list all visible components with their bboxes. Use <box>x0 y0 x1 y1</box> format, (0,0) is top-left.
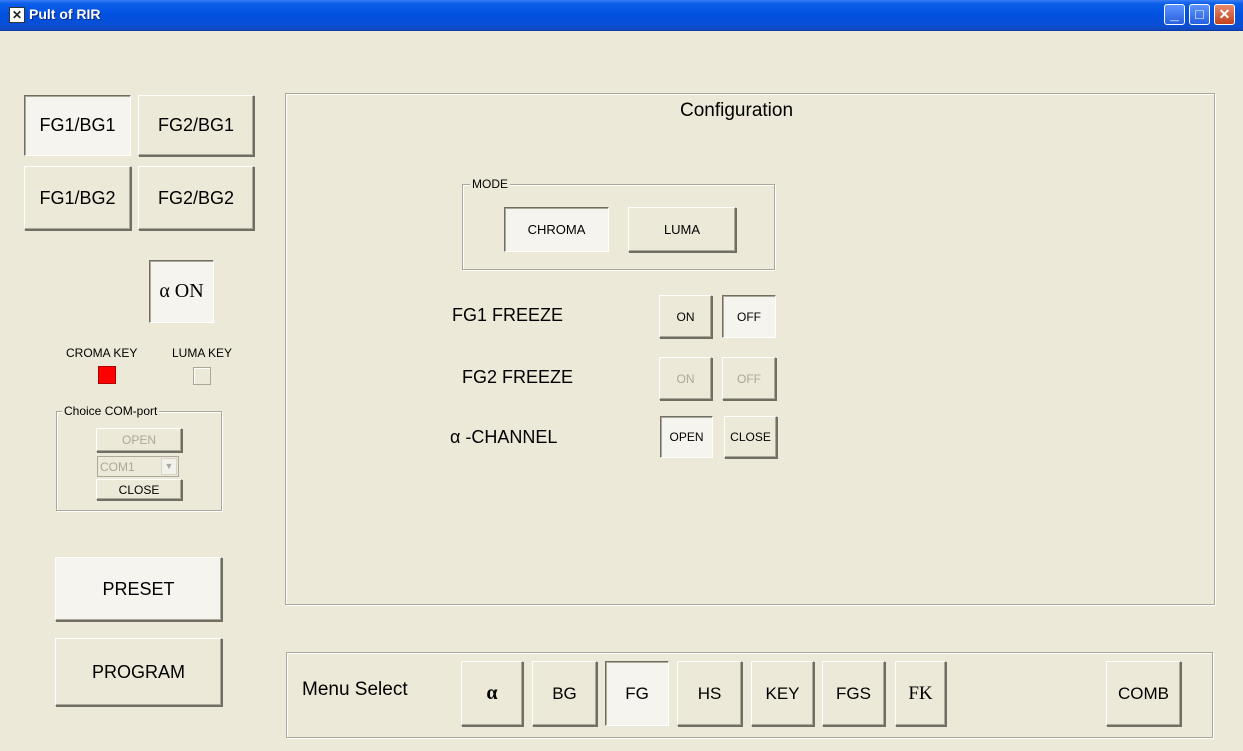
com-port-legend: Choice COM-port <box>62 404 160 418</box>
alpha-close-button[interactable]: CLOSE <box>724 416 777 458</box>
menu-key-button[interactable]: KEY <box>751 661 814 726</box>
fg1-off-button[interactable]: OFF <box>722 295 776 338</box>
menu-alpha-button[interactable]: α <box>461 661 523 726</box>
chevron-down-icon[interactable]: ▼ <box>161 458 177 475</box>
maximize-button[interactable]: □ <box>1189 4 1210 25</box>
menu-hs-button[interactable]: HS <box>677 661 742 726</box>
minimize-button[interactable]: _ <box>1164 4 1185 25</box>
fg2-bg1-button[interactable]: FG2/BG1 <box>138 95 254 156</box>
minimize-icon: _ <box>1170 6 1179 23</box>
luma-key-indicator <box>193 367 211 385</box>
com-port-value: COM1 <box>100 460 135 474</box>
com-close-button[interactable]: CLOSE <box>96 479 182 500</box>
com-open-button[interactable]: OPEN <box>96 428 182 452</box>
alpha-on-button[interactable]: α ON <box>149 260 214 323</box>
mode-legend: MODE <box>470 177 510 191</box>
preset-button[interactable]: PRESET <box>55 557 222 621</box>
menu-fg-button[interactable]: FG <box>605 661 669 726</box>
fg2-off-button[interactable]: OFF <box>722 357 776 400</box>
fg2-freeze-label: FG2 FREEZE <box>462 367 574 387</box>
menu-select-label: Menu Select <box>302 679 408 700</box>
menu-select-bar <box>286 652 1213 738</box>
fg2-on-button[interactable]: ON <box>659 357 712 400</box>
menu-bg-button[interactable]: BG <box>532 661 597 726</box>
close-icon: ✕ <box>1218 6 1231 22</box>
fg2-bg2-button[interactable]: FG2/BG2 <box>138 166 254 230</box>
menu-fgs-button[interactable]: FGS <box>822 661 885 726</box>
fg1-bg1-button[interactable]: FG1/BG1 <box>24 95 131 156</box>
croma-key-label: CROMA KEY <box>66 346 138 360</box>
croma-key-indicator <box>98 366 116 384</box>
fg1-bg2-button[interactable]: FG1/BG2 <box>24 166 131 230</box>
title-bar[interactable]: ✕ Pult of RIR _ □ ✕ <box>0 0 1243 31</box>
luma-key-label: LUMA KEY <box>172 346 233 360</box>
alpha-open-button[interactable]: OPEN <box>660 416 713 458</box>
fg1-on-button[interactable]: ON <box>659 295 712 338</box>
maximize-icon: □ <box>1195 6 1204 22</box>
mode-luma-button[interactable]: LUMA <box>628 207 736 252</box>
configuration-title: Configuration <box>680 100 794 121</box>
com-port-select[interactable]: COM1 ▼ <box>97 456 179 477</box>
close-button[interactable]: ✕ <box>1214 4 1235 25</box>
menu-fk-button[interactable]: FK <box>895 661 946 726</box>
mode-chroma-button[interactable]: CHROMA <box>504 207 609 252</box>
window-title: Pult of RIR <box>29 6 101 22</box>
configuration-panel <box>285 93 1215 605</box>
fg1-freeze-label: FG1 FREEZE <box>452 305 564 325</box>
alpha-channel-label: α -CHANNEL <box>450 427 558 447</box>
program-button[interactable]: PROGRAM <box>55 638 222 706</box>
comb-button[interactable]: COMB <box>1106 661 1181 726</box>
app-icon: ✕ <box>9 7 25 23</box>
